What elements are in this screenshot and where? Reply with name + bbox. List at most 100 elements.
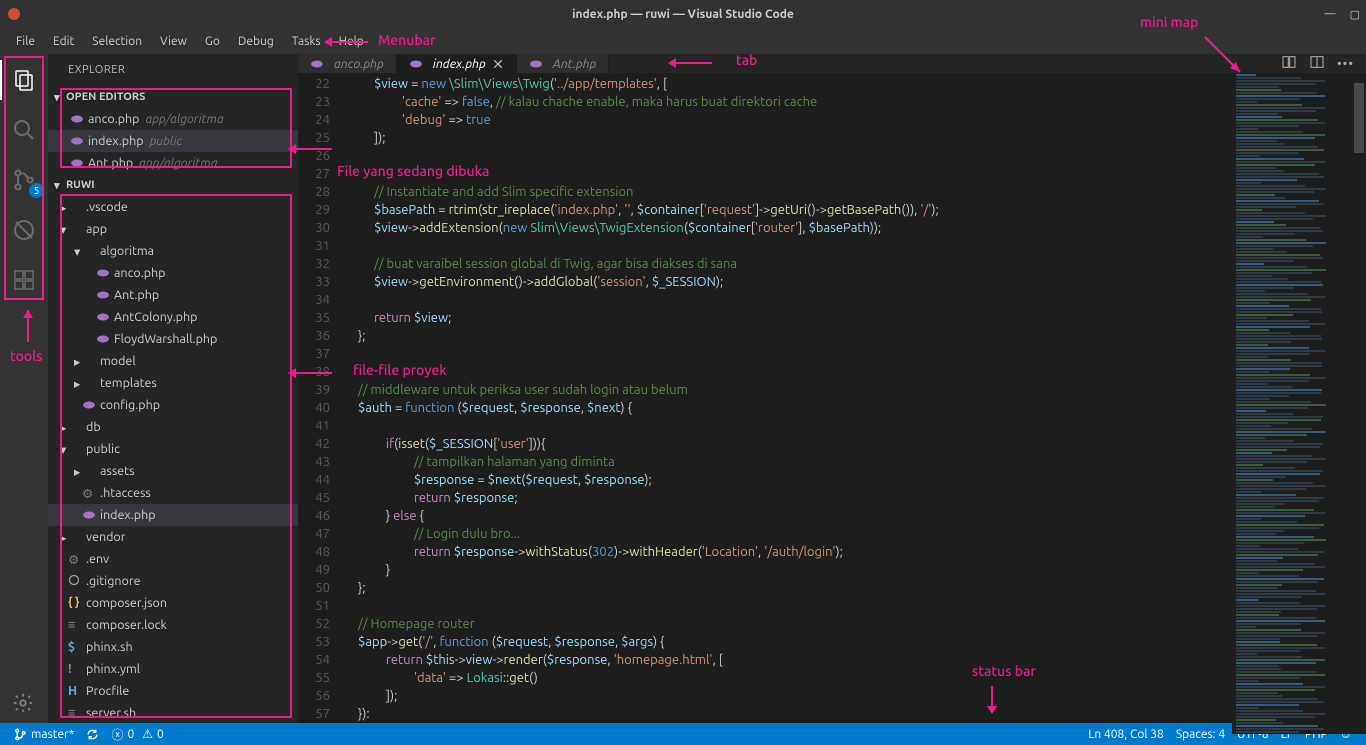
compare-icon[interactable]	[1281, 54, 1297, 73]
editor-tab[interactable]: index.php	[397, 54, 517, 73]
editor-group: anco.phpindex.phpAnt.php ••• 22232425262…	[298, 54, 1366, 723]
indentation[interactable]: Spaces: 4	[1170, 727, 1231, 741]
open-editor-item[interactable]: Ant.phpapp/algoritma	[48, 152, 298, 174]
folder-icon	[82, 354, 96, 368]
file-item[interactable]: ⚙.env	[48, 548, 298, 570]
php-icon	[82, 508, 96, 522]
settings-gear-icon[interactable]	[12, 692, 34, 717]
gear-icon: ⚙	[68, 552, 82, 566]
close-icon[interactable]	[492, 58, 504, 70]
folder-item[interactable]: ▾app	[48, 218, 298, 240]
problems[interactable]: ⓧ0 ⚠0	[105, 726, 169, 743]
menu-debug[interactable]: Debug	[230, 32, 282, 51]
menu-selection[interactable]: Selection	[84, 32, 150, 51]
project-header[interactable]: ▾RUWI	[48, 174, 298, 196]
chevron-icon: ▸	[60, 530, 68, 545]
more-actions-icon[interactable]: •••	[1337, 57, 1354, 71]
scm-badge: 5	[29, 183, 44, 198]
source-control-icon[interactable]: 5	[0, 160, 48, 200]
file-item[interactable]: !phinx.yml	[48, 658, 298, 680]
file-item[interactable]: anco.php	[48, 262, 298, 284]
debug-icon[interactable]	[0, 210, 48, 250]
file-item[interactable]: { }composer.json	[48, 592, 298, 614]
split-editor-icon[interactable]	[1309, 54, 1325, 73]
file-item[interactable]: AntColony.php	[48, 306, 298, 328]
explorer-icon[interactable]	[0, 60, 48, 100]
extensions-icon[interactable]	[0, 260, 48, 300]
search-icon[interactable]	[0, 110, 48, 150]
folder-icon	[68, 530, 82, 544]
text-icon: ≡	[68, 618, 82, 632]
menu-file[interactable]: File	[8, 32, 43, 51]
window-close-icon[interactable]	[8, 8, 20, 20]
window-controls: — ▢	[1325, 8, 1360, 21]
file-item[interactable]: FloydWarshall.php	[48, 328, 298, 350]
folder-item[interactable]: ▸db	[48, 416, 298, 438]
code-editor[interactable]: $view = new \Slim\Views\Twig('../app/tem…	[342, 73, 1232, 734]
chevron-icon: ▸	[60, 420, 68, 435]
chevron-icon: ▸	[74, 376, 82, 391]
chevron-icon: ▸	[60, 200, 68, 215]
menu-help[interactable]: Help	[331, 32, 372, 51]
file-item[interactable]: ≡server.sh	[48, 702, 298, 723]
maximize-icon[interactable]: ▢	[1350, 8, 1360, 21]
folder-icon	[68, 442, 82, 456]
minimize-icon[interactable]: —	[1325, 8, 1336, 21]
explorer-title: EXPLORER	[48, 54, 298, 86]
menubar: FileEditSelectionViewGoDebugTasksHelp	[0, 28, 1366, 54]
php-icon	[96, 332, 110, 346]
menu-view[interactable]: View	[152, 32, 195, 51]
open-editors-header[interactable]: ▾OPEN EDITORS	[48, 86, 298, 108]
open-editor-item[interactable]: index.phppublic	[48, 130, 298, 152]
file-item[interactable]: ⚙.htaccess	[48, 482, 298, 504]
file-item[interactable]: HProcfile	[48, 680, 298, 702]
folder-item[interactable]: ▾public	[48, 438, 298, 460]
folder-item[interactable]: ▸.vscode	[48, 196, 298, 218]
sh-icon: $	[68, 640, 82, 654]
menu-edit[interactable]: Edit	[45, 32, 82, 51]
folder-item[interactable]: ▸vendor	[48, 526, 298, 548]
folder-icon	[68, 420, 82, 434]
file-item[interactable]: config.php	[48, 394, 298, 416]
titlebar: index.php — ruwi — Visual Studio Code — …	[0, 0, 1366, 28]
json-icon: { }	[68, 596, 82, 610]
menu-tasks[interactable]: Tasks	[284, 32, 329, 51]
menu-go[interactable]: Go	[197, 32, 228, 51]
file-item[interactable]: $phinx.sh	[48, 636, 298, 658]
cursor-position[interactable]: Ln 408, Col 38	[1082, 727, 1170, 741]
php-icon	[529, 57, 543, 71]
h-icon: H	[68, 684, 82, 698]
folder-icon	[68, 222, 82, 236]
chevron-icon: ▸	[74, 464, 82, 479]
folder-item[interactable]: ▸assets	[48, 460, 298, 482]
php-icon	[70, 134, 84, 148]
php-icon	[96, 288, 110, 302]
editor-tab[interactable]: Ant.php	[517, 54, 610, 73]
file-item[interactable]: .gitignore	[48, 570, 298, 592]
folder-icon	[68, 200, 82, 214]
folder-item[interactable]: ▾algoritma	[48, 240, 298, 262]
sync-icon[interactable]	[80, 728, 105, 741]
folder-item[interactable]: ▸model	[48, 350, 298, 372]
php-icon	[96, 266, 110, 280]
vertical-scrollbar[interactable]	[1352, 73, 1366, 734]
php-icon	[70, 112, 84, 126]
file-item[interactable]: index.php	[48, 504, 298, 526]
php-icon	[70, 156, 84, 170]
open-editor-item[interactable]: anco.phpapp/algoritma	[48, 108, 298, 130]
folder-icon	[82, 244, 96, 258]
file-item[interactable]: ≡composer.lock	[48, 614, 298, 636]
php-icon	[82, 398, 96, 412]
php-icon	[96, 310, 110, 324]
git-icon	[68, 574, 82, 588]
minimap[interactable]	[1232, 73, 1352, 734]
folder-item[interactable]: ▸templates	[48, 372, 298, 394]
tab-bar: anco.phpindex.phpAnt.php •••	[298, 54, 1366, 73]
scrollbar-thumb[interactable]	[1354, 83, 1364, 153]
gear-icon: ⚙	[82, 486, 96, 500]
git-branch[interactable]: master*	[8, 728, 80, 741]
file-item[interactable]: Ant.php	[48, 284, 298, 306]
window-title: index.php — ruwi — Visual Studio Code	[572, 8, 794, 21]
chevron-icon: ▾	[74, 244, 82, 259]
editor-tab[interactable]: anco.php	[298, 54, 397, 73]
